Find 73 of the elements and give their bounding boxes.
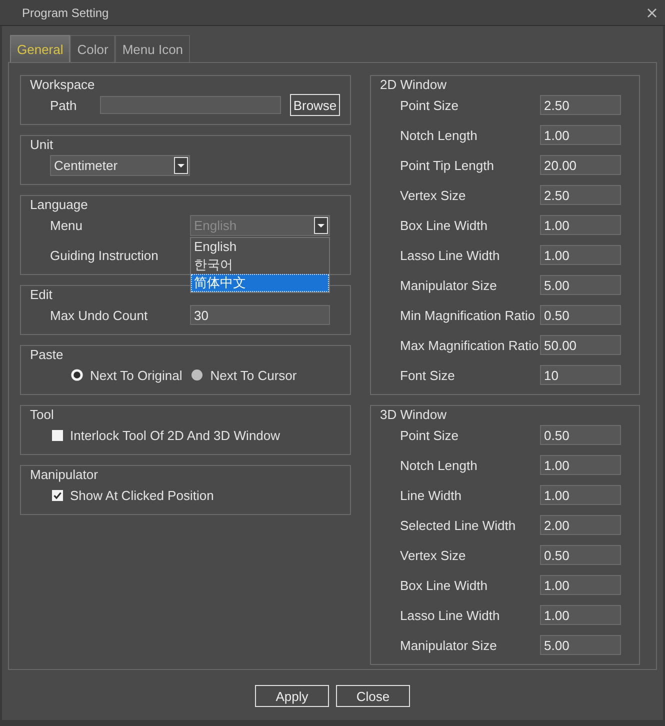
dropdown-option[interactable]: 한국어: [191, 256, 329, 274]
field-label: Box Line Width: [400, 218, 488, 232]
radio-button[interactable]: [71, 369, 83, 381]
checkbox-label: Show At Clicked Position: [70, 488, 214, 502]
field-label: Lasso Line Width: [400, 248, 501, 262]
number-field[interactable]: 5.00: [540, 635, 621, 655]
tab[interactable]: General: [10, 35, 70, 62]
tab[interactable]: Color: [70, 35, 116, 62]
field-label: Manipulator Size: [400, 278, 498, 292]
group-title: Workspace: [30, 77, 96, 93]
field-label: Selected Line Width: [400, 518, 517, 532]
number-field[interactable]: 1.00: [540, 575, 621, 595]
dropdown-option[interactable]: 简体中文: [191, 274, 329, 292]
group-title: Paste: [30, 347, 64, 363]
browse-button[interactable]: Browse: [290, 94, 340, 116]
field-label: Lasso Line Width: [400, 608, 501, 622]
number-field[interactable]: 2.00: [540, 515, 621, 535]
path-field[interactable]: [100, 96, 281, 114]
number-field[interactable]: 1.00: [540, 125, 621, 145]
field-label: Guiding Instruction: [50, 248, 160, 262]
caret-icon: [174, 156, 188, 174]
field-label: Notch Length: [400, 128, 478, 142]
number-field[interactable]: 0.50: [540, 425, 621, 445]
field-label: Max Undo Count: [50, 308, 149, 322]
window-title: Program Setting: [22, 6, 109, 20]
field-label: Font Size: [400, 368, 456, 382]
dropdown[interactable]: Centimeter: [50, 154, 190, 176]
group-title: 3D Window: [380, 407, 448, 423]
number-field[interactable]: 2.50: [540, 185, 621, 205]
radio-label: Next To Cursor: [210, 368, 297, 382]
radio-label: Next To Original: [90, 368, 182, 382]
dropdown-option[interactable]: English: [191, 238, 329, 256]
number-field[interactable]: 0.50: [540, 305, 621, 325]
dialog-button[interactable]: Close: [336, 685, 410, 707]
number-field[interactable]: 30: [190, 305, 330, 325]
group-title: Language: [30, 197, 89, 213]
group-title: Tool: [30, 407, 55, 423]
field-label: Min Magnification Ratio: [400, 308, 536, 322]
number-field[interactable]: 0.50: [540, 545, 621, 565]
number-field[interactable]: 1.00: [540, 455, 621, 475]
field-label: Line Width: [400, 488, 462, 502]
number-field[interactable]: 50.00: [540, 335, 621, 355]
number-field[interactable]: 1.00: [540, 485, 621, 505]
field-label: Path: [50, 98, 78, 112]
field-label: Vertex Size: [400, 548, 467, 562]
number-field[interactable]: 5.00: [540, 275, 621, 295]
field-label: Vertex Size: [400, 188, 467, 202]
close-icon[interactable]: [647, 8, 657, 18]
radio-button[interactable]: [191, 369, 204, 381]
number-field[interactable]: 20.00: [540, 155, 621, 175]
checkbox[interactable]: [52, 430, 63, 440]
field-label: Point Tip Length: [400, 158, 495, 172]
dialog-button[interactable]: Apply: [255, 685, 329, 707]
number-field[interactable]: 2.50: [540, 95, 621, 115]
field-label: Max Magnification Ratio: [400, 338, 540, 352]
field-label: Notch Length: [400, 458, 478, 472]
field-label: Point Size: [400, 428, 460, 442]
checkbox[interactable]: [52, 490, 63, 500]
checkbox-label: Interlock Tool Of 2D And 3D Window: [70, 428, 280, 442]
number-field[interactable]: 1.00: [540, 605, 621, 625]
field-label: Menu: [50, 218, 84, 232]
tab[interactable]: Menu Icon: [115, 35, 190, 62]
number-field[interactable]: 1.00: [540, 245, 621, 265]
field-label: Manipulator Size: [400, 638, 498, 652]
group-title: 2D Window: [380, 77, 448, 93]
group-title: Manipulator: [30, 467, 99, 483]
field-label: Point Size: [400, 98, 460, 112]
field-label: Box Line Width: [400, 578, 488, 592]
number-field[interactable]: 1.00: [540, 215, 621, 235]
group-title: Edit: [30, 287, 54, 303]
caret-icon: [314, 216, 328, 234]
group-title: Unit: [30, 137, 54, 153]
number-field[interactable]: 10: [540, 365, 621, 385]
